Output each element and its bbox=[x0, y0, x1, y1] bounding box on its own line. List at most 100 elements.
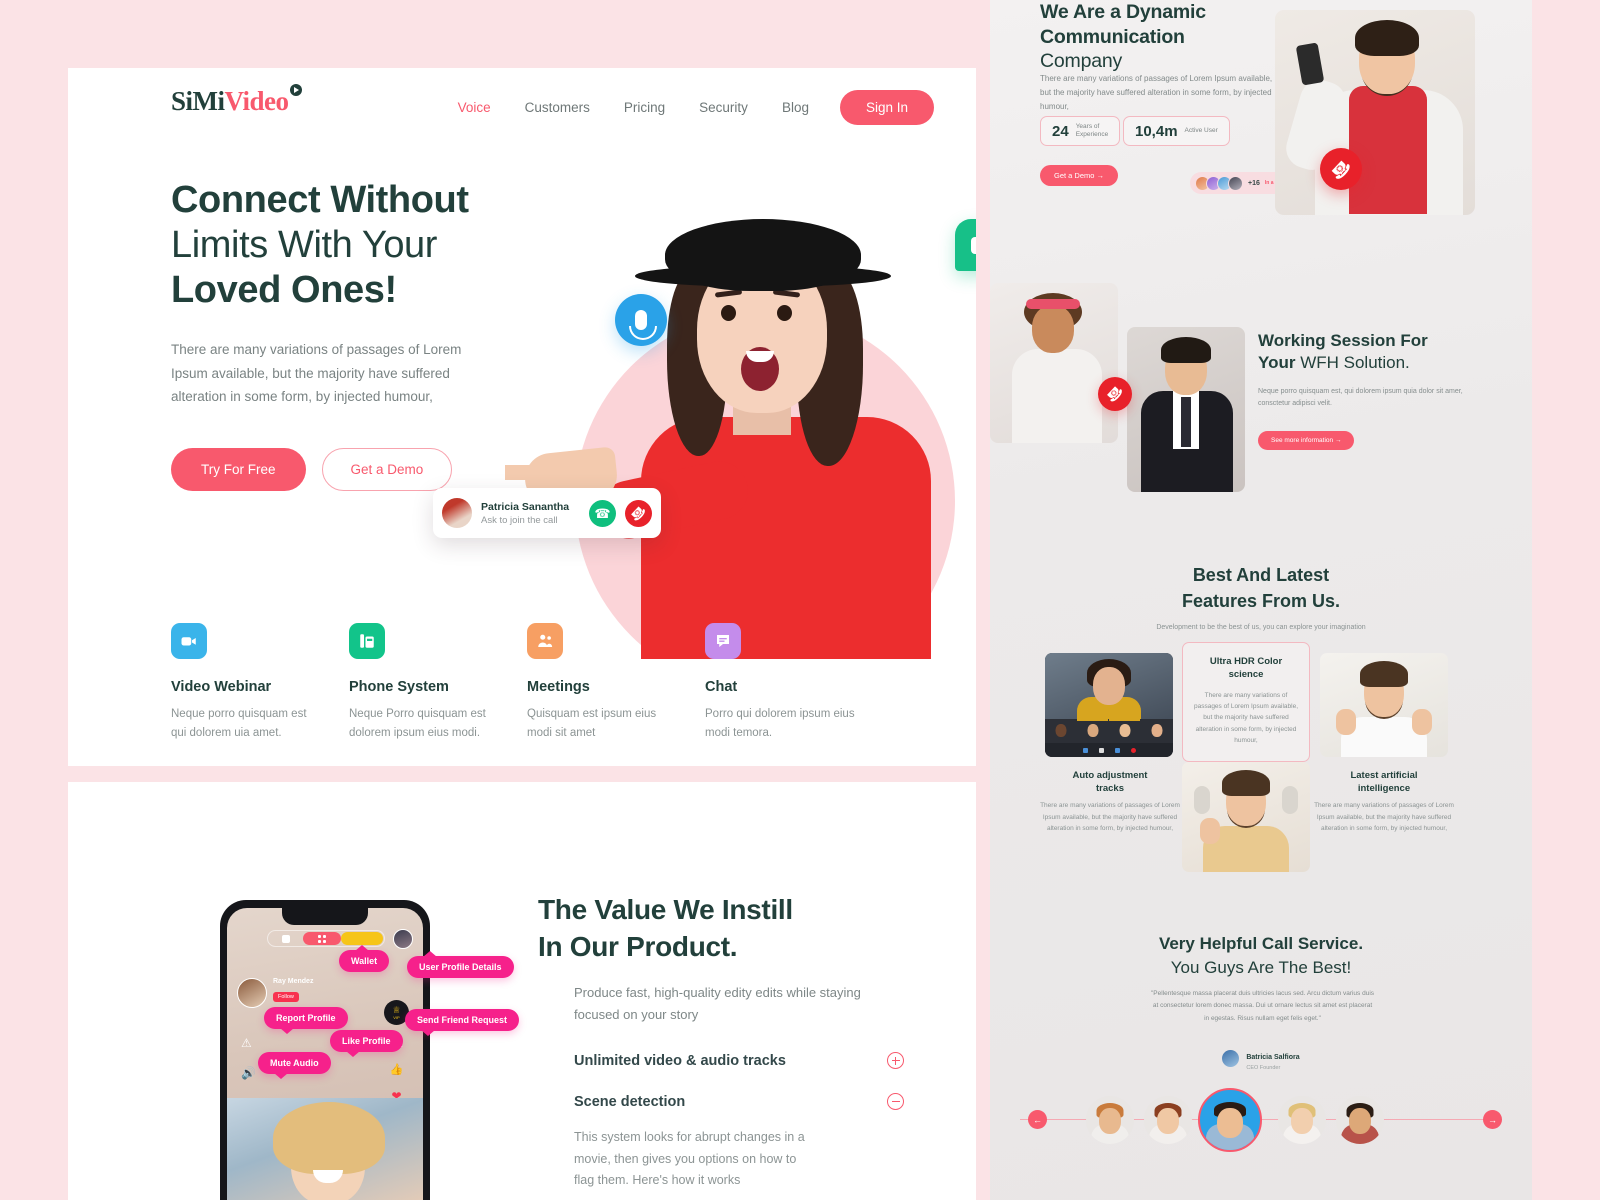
page-root: SiMiVideo Voice Customers Pricing Securi… bbox=[0, 0, 1600, 1200]
carousel-avatar[interactable] bbox=[1336, 1096, 1384, 1144]
stat-value: 10,4m bbox=[1135, 122, 1178, 140]
session-paragraph: Neque porro quisquam est, qui dolorem ip… bbox=[1258, 388, 1463, 408]
hero-illustration bbox=[505, 114, 976, 659]
testimonial-heading: Very Helpful Call Service. You Guys Are … bbox=[990, 932, 1532, 980]
stat-label: Years of Experience bbox=[1075, 122, 1109, 138]
see-more-information-button[interactable]: See more information → bbox=[1258, 431, 1355, 450]
feature-card-desc-latest-ai: There are many variations of passages of… bbox=[1314, 802, 1454, 833]
testimonial-author-name: Batricia Salfiora bbox=[1246, 1054, 1300, 1061]
feature-desc: Neque porro quisquam est qui dolorem uia… bbox=[171, 708, 307, 739]
carousel-avatar[interactable] bbox=[1278, 1096, 1326, 1144]
plus-icon[interactable] bbox=[887, 1052, 904, 1069]
value-heading: The Value We Instill In Our Product. bbox=[538, 892, 918, 966]
mute-icon[interactable]: 🔊 bbox=[241, 1066, 256, 1080]
nav-item-voice[interactable]: Voice bbox=[441, 100, 508, 115]
preview-hero-paragraph: There are many variations of passages of… bbox=[1040, 74, 1273, 112]
accordion-body-text: This system looks for abrupt changes in … bbox=[574, 1130, 805, 1187]
feature-desc: Quisquam est ipsum eius modi sit amet bbox=[527, 708, 657, 739]
feature-title: Video Webinar bbox=[171, 679, 272, 695]
stat-label: Active User bbox=[1184, 126, 1218, 134]
testimonial-carousel: ← → bbox=[990, 1088, 1532, 1170]
hero-person-photo bbox=[505, 219, 953, 659]
decline-call-button[interactable]: ☎ bbox=[1320, 148, 1362, 190]
carousel-avatar-active[interactable] bbox=[1198, 1088, 1262, 1152]
features-subtitle: Development to be the best of us, you ca… bbox=[1156, 624, 1366, 631]
stat-value: 24 bbox=[1052, 122, 1069, 140]
microphone-icon[interactable] bbox=[615, 294, 667, 346]
tag-report-profile[interactable]: Report Profile bbox=[264, 1007, 348, 1034]
brand-logo[interactable]: SiMiVideo bbox=[171, 84, 302, 117]
carousel-avatar[interactable] bbox=[1144, 1096, 1192, 1144]
session-heading-line1: Working Session For bbox=[1258, 331, 1428, 350]
people-icon bbox=[527, 623, 563, 659]
phone-tab-coin[interactable] bbox=[341, 932, 383, 945]
accordion-item-scene-detection[interactable]: Scene detection bbox=[574, 1093, 904, 1110]
get-a-demo-button[interactable]: Get a Demo bbox=[321, 448, 453, 492]
accordion-label: Scene detection bbox=[574, 1093, 686, 1110]
incoming-call-card[interactable]: Patricia Sanantha Ask to join the call ☎… bbox=[433, 488, 661, 538]
accordion-item-unlimited-tracks[interactable]: Unlimited video & audio tracks bbox=[574, 1052, 904, 1069]
feature-title: Phone System bbox=[349, 679, 449, 695]
feature-desc: Porro qui dolorem ipsum eius modi temora… bbox=[705, 708, 855, 739]
carousel-prev-button[interactable]: ← bbox=[1028, 1110, 1047, 1129]
phone-profile-avatar[interactable] bbox=[393, 929, 413, 949]
avatar-stack bbox=[1195, 175, 1243, 191]
phone-tab-square[interactable] bbox=[269, 932, 303, 945]
feature-card-ultra-hdr: Ultra HDR Color science There are many v… bbox=[1182, 642, 1310, 762]
feature-chat: Chat Porro qui dolorem ipsum eius modi t… bbox=[705, 623, 883, 742]
phone-mockup: Ray Mendez Follow ⚠ 🔊 ⇧ ♕VIP +1 👍 ❤ bbox=[220, 900, 430, 1200]
accordion-label: Unlimited video & audio tracks bbox=[574, 1052, 786, 1069]
caller-subtitle: Ask to join the call bbox=[481, 514, 558, 526]
tag-wallet[interactable]: Wallet bbox=[339, 945, 390, 972]
preview-hero-heading: We Are a Dynamic Communication Company bbox=[1040, 0, 1295, 74]
phone-notch bbox=[282, 908, 368, 925]
testimonial-author-block: Batricia Salfiora CEO Founder bbox=[990, 1046, 1532, 1071]
try-for-free-button[interactable]: Try For Free bbox=[171, 448, 306, 492]
testimonial-heading-line2: You Guys Are The Best! bbox=[1170, 958, 1352, 978]
preview-hero-line3: Company bbox=[1040, 50, 1123, 73]
decline-call-button[interactable]: ☎ bbox=[625, 499, 652, 527]
warning-icon[interactable]: ⚠ bbox=[241, 1036, 256, 1050]
phone-tab-grid[interactable] bbox=[303, 932, 341, 945]
preview-get-a-demo-button[interactable]: Get a Demo → bbox=[1040, 165, 1119, 186]
nav-item-pricing[interactable]: Pricing bbox=[607, 100, 682, 115]
video-camera-icon[interactable] bbox=[955, 219, 976, 271]
tag-like-profile[interactable]: Like Profile bbox=[330, 1030, 403, 1057]
value-heading-line1: The Value We Instill bbox=[538, 894, 793, 925]
phone-user-name: Ray Mendez bbox=[273, 978, 314, 985]
feature-card-image-latest-ai bbox=[1320, 653, 1448, 757]
features-heading-line1: Best And Latest bbox=[1192, 565, 1330, 585]
testimonial-quote: "Pellentesque massa placerat duis ultric… bbox=[1150, 990, 1375, 1022]
preview-hero-line2: Communication bbox=[1040, 25, 1185, 48]
feature-title: Chat bbox=[705, 679, 738, 695]
stat-years-of-experience: 24 Years of Experience bbox=[1040, 116, 1121, 146]
session-heading: Working Session For Your WFH Solution. bbox=[1258, 330, 1498, 374]
feature-phone-system: Phone System Neque Porro quisquam est do… bbox=[349, 623, 527, 742]
thumbs-up-icon[interactable]: 👍 bbox=[390, 1063, 404, 1076]
session-photo-right bbox=[1127, 327, 1245, 492]
carousel-avatar[interactable] bbox=[1086, 1096, 1134, 1144]
carousel-next-button[interactable]: → bbox=[1483, 1110, 1502, 1129]
tag-user-profile-details[interactable]: User Profile Details bbox=[407, 951, 514, 978]
vip-label: VIP bbox=[393, 1014, 400, 1020]
feature-card-desc-auto-adjustment: There are many variations of passages of… bbox=[1040, 802, 1180, 833]
nav-item-blog[interactable]: Blog bbox=[765, 100, 826, 115]
features-heading: Best And Latest Features From Us. bbox=[990, 563, 1532, 614]
video-camera-icon bbox=[171, 623, 207, 659]
phone-user-block: Ray Mendez Follow bbox=[237, 978, 313, 1008]
phone-follow-button[interactable]: Follow bbox=[273, 992, 299, 1002]
feature-card-desc-ultra-hdr: There are many variations of passages of… bbox=[1193, 691, 1299, 745]
feature-card-image-waving-person bbox=[1182, 762, 1310, 872]
decline-call-button[interactable]: ☎ bbox=[1098, 377, 1132, 411]
tag-send-friend-request[interactable]: Send Friend Request bbox=[405, 1009, 520, 1036]
accept-call-button[interactable]: ☎ bbox=[589, 499, 616, 527]
minus-icon[interactable] bbox=[887, 1093, 904, 1110]
feature-card-title-auto-adjustment: Auto adjustment tracks bbox=[1072, 770, 1148, 794]
desk-phone-icon bbox=[349, 623, 385, 659]
tag-mute-audio[interactable]: Mute Audio bbox=[258, 1052, 331, 1079]
nav-item-customers[interactable]: Customers bbox=[508, 100, 607, 115]
feature-row: Video Webinar Neque porro quisquam est q… bbox=[171, 623, 885, 742]
nav-item-security[interactable]: Security bbox=[682, 100, 765, 115]
feature-video-webinar: Video Webinar Neque porro quisquam est q… bbox=[171, 623, 349, 742]
stat-active-user: 10,4m Active User bbox=[1123, 116, 1230, 146]
